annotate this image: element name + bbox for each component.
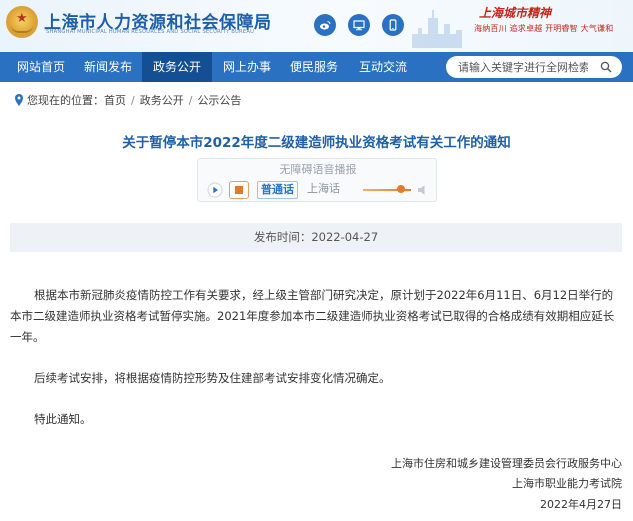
star-icon: ★ <box>16 11 28 26</box>
city-spirit-slogan: 海纳百川 追求卓越 开明睿智 大气谦和 <box>474 24 614 33</box>
volume-slider-handle[interactable] <box>397 185 405 193</box>
stop-button[interactable] <box>229 181 249 199</box>
stop-icon <box>235 186 243 194</box>
player-label: 无障碍语音播报 <box>279 163 357 176</box>
breadcrumb-government-affairs[interactable]: 政务公开 <box>140 92 184 108</box>
search-icon[interactable] <box>600 61 612 73</box>
breadcrumb-home[interactable]: 首页 <box>104 92 126 108</box>
signature-date: 2022年4月27日 <box>540 498 622 511</box>
article-paragraph: 根据本市新冠肺炎疫情防控工作有关要求，经上级主管部门研究决定，原计划于2022年… <box>10 288 615 344</box>
speaker-icon[interactable] <box>416 183 430 197</box>
article-paragraph: 特此通知。 <box>34 412 92 426</box>
city-skyline-icon <box>412 10 462 48</box>
article-title: 关于暂停本市2022年度二级建造师执业资格考试有关工作的通知 <box>122 135 511 151</box>
signature-issuer: 上海市职业能力考试院 <box>512 477 622 490</box>
search-box <box>446 56 622 78</box>
wreath-icon <box>11 25 33 33</box>
site-subtitle: SHANGHAI MUNICIPAL HUMAN RESOURCES AND S… <box>46 29 255 35</box>
mobile-icon[interactable] <box>382 14 404 36</box>
weibo-icon[interactable] <box>314 14 336 36</box>
nav-item-interaction[interactable]: 互动交流 <box>350 52 416 82</box>
nav-item-news[interactable]: 新闻发布 <box>76 52 140 82</box>
monitor-icon[interactable] <box>348 14 370 36</box>
play-button[interactable] <box>205 181 225 199</box>
signature-issuer: 上海市住房和城乡建设管理委员会行政服务中心 <box>391 457 622 470</box>
nav-item-convenience-services[interactable]: 便民服务 <box>282 52 346 82</box>
publish-date: 发布时间：2022-04-27 <box>10 223 622 252</box>
city-spirit-title: 上海城市精神 <box>479 6 552 20</box>
breadcrumb-separator: / <box>131 93 135 107</box>
nav-item-government-affairs[interactable]: 政务公开 <box>142 52 212 82</box>
accessibility-audio-player: 无障碍语音播报 普通话 上海话 <box>197 158 437 202</box>
breadcrumb-separator: / <box>188 93 193 107</box>
mandarin-option[interactable]: 普通话 <box>257 181 298 199</box>
article-paragraph: 后续考试安排，将根据疫情防控形势及住建部考试安排变化情况确定。 <box>34 371 391 385</box>
nav-item-home[interactable]: 网站首页 <box>8 52 74 82</box>
nav-item-online-services[interactable]: 网上办事 <box>214 52 280 82</box>
breadcrumb-label: 您现在的位置： <box>27 94 104 107</box>
location-pin-icon <box>15 94 23 106</box>
search-input[interactable] <box>458 59 588 75</box>
site-header: ★ 上海市人力资源和社会保障局 SHANGHAI MUNICIPAL HUMAN… <box>0 0 633 52</box>
shanghainese-option[interactable]: 上海话 <box>304 181 343 199</box>
play-icon <box>207 182 223 198</box>
logo-emblem-icon[interactable]: ★ <box>6 6 38 38</box>
breadcrumb: 您现在的位置： 首页 / 政务公开 / 公示公告 <box>14 92 241 108</box>
breadcrumb-announcements[interactable]: 公示公告 <box>197 92 241 108</box>
